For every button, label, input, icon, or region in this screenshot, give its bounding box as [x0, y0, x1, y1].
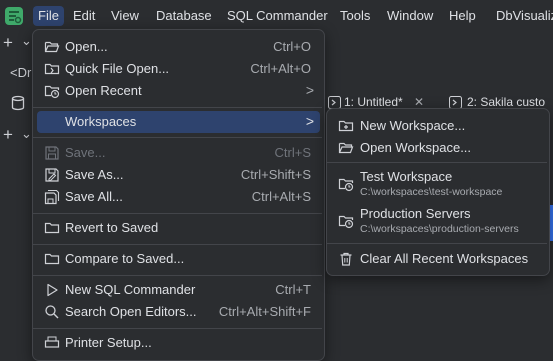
menu-item-label: Save All... [65, 189, 123, 204]
shortcut-label: Ctrl+T [275, 282, 311, 297]
menu-item-label: Workspaces [65, 114, 137, 129]
new-folder-icon [338, 118, 354, 134]
menu-file[interactable]: File [33, 6, 64, 26]
menu-item-revert-to-saved[interactable]: Revert to Saved [37, 217, 320, 239]
menu-item-label: Open... [65, 39, 108, 54]
window-title: DbVisualiz [496, 8, 553, 23]
menu-item-save[interactable]: Save... Ctrl+S [37, 142, 320, 164]
save-as-icon [44, 167, 60, 183]
tab-sakila-custo[interactable]: 2: Sakila custo [467, 95, 545, 109]
menu-item-workspaces[interactable]: Workspaces > [37, 111, 320, 133]
menu-item-save-as[interactable]: Save As... Ctrl+Shift+S [37, 164, 320, 186]
menu-item-new-workspace[interactable]: New Workspace... [331, 115, 545, 137]
menu-separator [327, 162, 547, 163]
menu-item-new-sql-commander[interactable]: New SQL Commander Ctrl+T [37, 279, 320, 301]
chevron-right-icon: > [305, 82, 314, 98]
file-menu: Open... Ctrl+O Quick File Open... Ctrl+A… [32, 29, 325, 361]
folder-open-icon [44, 39, 60, 55]
save-all-icon [44, 189, 60, 205]
add-button[interactable]: + [3, 125, 13, 145]
menu-item-label: Revert to Saved [65, 220, 159, 235]
menu-database[interactable]: Database [151, 6, 217, 26]
menu-sql-commander[interactable]: SQL Commander [222, 6, 333, 26]
menu-separator [33, 328, 322, 329]
menu-separator [33, 107, 322, 108]
menu-separator [33, 275, 322, 276]
shortcut-label: Ctrl+Alt+S [251, 189, 311, 204]
menu-item-open[interactable]: Open... Ctrl+O [37, 36, 320, 58]
dbvisualizer-logo-icon[interactable] [4, 6, 24, 26]
menu-item-open-workspace[interactable]: Open Workspace... [331, 137, 545, 159]
menu-item-label: Save... [65, 145, 106, 160]
menu-tools[interactable]: Tools [335, 6, 375, 26]
connection-prefix: <Dr [10, 65, 32, 80]
printer-icon [44, 335, 60, 351]
menu-item-search-open-editors[interactable]: Search Open Editors... Ctrl+Alt+Shift+F [37, 301, 320, 323]
chevron-right-icon: > [305, 113, 314, 129]
menu-edit[interactable]: Edit [68, 6, 100, 26]
menu-item-label: Open Recent [65, 83, 142, 98]
menu-item-label: Printer Setup... [65, 335, 152, 350]
folder-open-icon [338, 140, 354, 156]
shortcut-label: Ctrl+O [273, 39, 311, 54]
recent-folder-icon [338, 176, 354, 192]
menu-item-label: Clear All Recent Workspaces [360, 251, 529, 266]
recent-workspace-production[interactable]: Production Servers C:\workspaces\product… [331, 203, 545, 239]
folder-icon [44, 220, 60, 236]
tab-close-icon[interactable]: ✕ [414, 95, 424, 109]
menu-item-open-recent[interactable]: Open Recent > [37, 80, 320, 102]
menu-separator [33, 137, 322, 138]
recent-folder-icon [44, 83, 60, 99]
menu-item-label: New Workspace... [360, 118, 466, 133]
workspace-name: Test Workspace [360, 169, 453, 184]
add-connection-button[interactable]: + [3, 33, 13, 53]
menu-item-save-all[interactable]: Save All... Ctrl+Alt+S [37, 186, 320, 208]
menu-item-printer-setup[interactable]: Printer Setup... [37, 332, 320, 354]
workspace-path: C:\workspaces\test-workspace [360, 186, 503, 198]
menu-item-label: Compare to Saved... [65, 251, 185, 266]
shortcut-label: Ctrl+Shift+S [240, 167, 311, 182]
workspaces-submenu: New Workspace... Open Workspace... Test … [326, 108, 550, 276]
recent-folder-icon [338, 213, 354, 229]
menu-item-label: Save As... [65, 167, 124, 182]
menu-item-label: Open Workspace... [360, 140, 472, 155]
menu-item-compare-to-saved[interactable]: Compare to Saved... [37, 248, 320, 270]
menu-separator [33, 244, 322, 245]
menu-help[interactable]: Help [444, 6, 481, 26]
menu-item-label: Quick File Open... [65, 61, 170, 76]
workspace-path: C:\workspaces\production-servers [360, 223, 519, 235]
trash-icon [338, 251, 354, 267]
shortcut-label: Ctrl+S [274, 145, 311, 160]
menu-separator [327, 243, 547, 244]
menu-item-clear-recent-workspaces[interactable]: Clear All Recent Workspaces [331, 248, 545, 270]
shortcut-label: Ctrl+Alt+Shift+F [218, 304, 311, 319]
menu-window[interactable]: Window [382, 6, 438, 26]
shortcut-label: Ctrl+Alt+O [250, 61, 311, 76]
folder-icon [44, 251, 60, 267]
database-icon[interactable] [10, 95, 26, 111]
save-icon [44, 145, 60, 161]
workspace-name: Production Servers [360, 206, 471, 221]
menu-item-label: New SQL Commander [65, 282, 196, 297]
recent-workspace-test[interactable]: Test Workspace C:\workspaces\test-worksp… [331, 166, 545, 202]
chevron-down-icon[interactable]: ⌄ [21, 33, 32, 49]
menu-bar: File Edit View Database SQL Commander To… [0, 0, 553, 32]
menu-separator [33, 213, 322, 214]
chevron-down-icon[interactable]: ⌄ [21, 126, 32, 142]
menu-view[interactable]: View [106, 6, 144, 26]
play-icon [44, 282, 60, 298]
menu-item-label: Search Open Editors... [65, 304, 197, 319]
tab-untitled[interactable]: 1: Untitled* [344, 95, 403, 109]
menu-item-quick-file-open[interactable]: Quick File Open... Ctrl+Alt+O [37, 58, 320, 80]
quick-open-folder-icon [44, 61, 60, 77]
search-icon [44, 304, 60, 320]
